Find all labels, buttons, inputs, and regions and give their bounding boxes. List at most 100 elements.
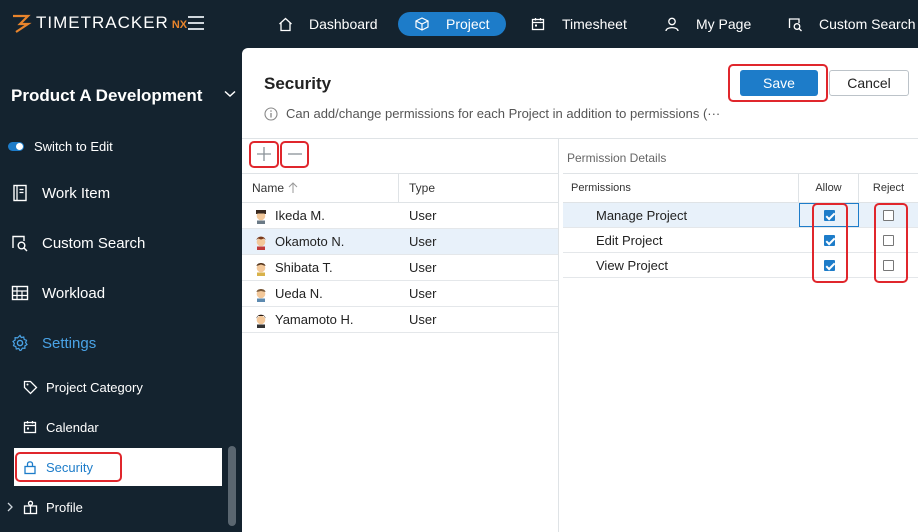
permission-row[interactable]: View Project [563, 253, 918, 278]
sidebar-item-label: Custom Search [42, 234, 146, 252]
type-column-header[interactable]: Type [399, 174, 558, 202]
user-name: Okamoto N. [275, 234, 345, 249]
logo-text: TIMETRACKER [36, 13, 169, 32]
profile-icon [22, 499, 38, 515]
nav-dashboard-label: Dashboard [309, 16, 378, 32]
cube-icon [414, 16, 430, 32]
reject-checkbox[interactable] [883, 209, 894, 221]
user-type: User [409, 312, 437, 327]
user-type: User [409, 234, 437, 249]
sidebar-subitem-calendar[interactable]: Calendar [22, 419, 99, 435]
search-doc-icon [787, 16, 803, 32]
sort-ascending-icon[interactable] [288, 182, 298, 194]
reject-checkbox[interactable] [883, 234, 894, 246]
permission-details-caption: Permission Details [567, 151, 667, 165]
calendar-icon [530, 16, 546, 32]
nav-project-label: Project [446, 16, 490, 32]
user-avatar-icon [256, 236, 266, 250]
table-row[interactable]: Yamamoto H. User [242, 307, 558, 333]
user-type: User [409, 208, 437, 223]
user-avatar-icon [256, 288, 266, 302]
nav-project[interactable]: Project [398, 12, 506, 36]
allow-cell[interactable] [799, 253, 859, 277]
table-row[interactable]: Shibata T. User [242, 255, 558, 281]
logo-icon [13, 14, 32, 33]
remove-user-button[interactable] [284, 144, 306, 164]
info-text: Can add/change permissions for each Proj… [286, 106, 721, 121]
users-table: Name Type Ikeda M. User Okamoto N. User … [242, 173, 558, 333]
sidebar-item-label: Workload [42, 284, 106, 302]
table-row[interactable]: Ueda N. User [242, 281, 558, 307]
user-name: Ueda N. [275, 286, 323, 301]
sidebar-item-label: Settings [42, 334, 97, 352]
sidebar-item-work-item[interactable]: Work Item [10, 183, 110, 203]
permissions-table: Permissions Allow Reject Manage Project … [563, 173, 918, 278]
reject-cell[interactable] [859, 203, 918, 227]
sidebar-subitem-project-category[interactable]: Project Category [22, 379, 143, 395]
switch-to-edit-toggle[interactable]: Switch to Edit [8, 139, 113, 154]
book-icon [10, 183, 30, 203]
users-table-header: Name Type [242, 173, 558, 203]
app-logo[interactable]: TIMETRACKER NX [10, 12, 187, 34]
sidebar-scrollbar[interactable] [228, 446, 236, 526]
permissions-table-header: Permissions Allow Reject [563, 173, 918, 203]
chevron-right-icon[interactable] [6, 502, 14, 512]
sidebar-item-workload[interactable]: Workload [10, 283, 105, 303]
permissions-column-header: Permissions [563, 174, 799, 202]
user-name: Ikeda M. [275, 208, 325, 223]
search-doc-icon [10, 233, 30, 253]
nav-timesheet-label: Timesheet [562, 16, 627, 32]
reject-cell[interactable] [859, 228, 918, 252]
cancel-button[interactable]: Cancel [829, 70, 909, 96]
logo-suffix: NX [171, 19, 188, 31]
sidebar-item-label: Work Item [42, 184, 111, 202]
user-avatar-icon [256, 262, 266, 276]
nav-dashboard[interactable]: Dashboard [277, 12, 378, 36]
grid-icon [10, 283, 30, 303]
toggle-switch-icon[interactable] [8, 142, 24, 151]
sidebar-subitem-label: Calendar [46, 419, 99, 435]
user-icon [664, 16, 680, 32]
sidebar-item-custom-search[interactable]: Custom Search [10, 233, 145, 253]
sidebar-subitem-profile[interactable]: Profile [7, 499, 83, 515]
allow-cell[interactable] [799, 228, 859, 252]
allow-checkbox[interactable] [823, 234, 835, 246]
calendar-icon [22, 419, 38, 435]
lock-icon [22, 459, 38, 475]
reject-column-header: Reject [872, 182, 905, 194]
save-button[interactable]: Save [740, 70, 818, 96]
sidebar: Product A Development Switch to Edit Wor… [0, 48, 242, 532]
nav-custom-search[interactable]: Custom Search [787, 12, 915, 36]
project-title[interactable]: Product A Development [11, 86, 202, 106]
table-row[interactable]: Ikeda M. User [242, 203, 558, 229]
user-type: User [409, 260, 437, 275]
nav-my-page-label: My Page [696, 16, 752, 32]
panel-splitter[interactable] [558, 139, 559, 532]
permission-row[interactable]: Edit Project [563, 228, 918, 253]
nav-timesheet[interactable]: Timesheet [530, 12, 627, 36]
allow-checkbox[interactable] [823, 209, 835, 221]
add-user-button[interactable] [253, 144, 275, 164]
sidebar-item-settings[interactable]: Settings [10, 333, 96, 353]
info-icon [264, 106, 278, 121]
type-header-label: Type [409, 181, 436, 195]
allow-column-header: Allow [799, 174, 859, 202]
menu-hamburger-icon[interactable] [188, 16, 204, 30]
user-avatar-icon [256, 209, 266, 224]
sidebar-subitem-label: Security [46, 459, 93, 475]
main-panel: Security Can add/change permissions for … [242, 48, 918, 532]
user-name: Shibata T. [275, 260, 333, 275]
nav-my-page[interactable]: My Page [664, 12, 751, 36]
name-column-header[interactable]: Name [242, 174, 399, 202]
allow-checkbox[interactable] [823, 259, 835, 271]
chevron-down-icon[interactable] [224, 90, 236, 98]
table-row[interactable]: Okamoto N. User [242, 229, 558, 255]
allow-cell[interactable] [799, 203, 859, 227]
user-name: Yamamoto H. [275, 312, 354, 327]
permission-row[interactable]: Manage Project [563, 203, 918, 228]
minus-icon [288, 153, 302, 155]
reject-cell[interactable] [859, 253, 918, 277]
sidebar-subitem-security[interactable]: Security [22, 459, 93, 475]
reject-checkbox[interactable] [883, 259, 894, 271]
permission-label: View Project [596, 257, 669, 273]
